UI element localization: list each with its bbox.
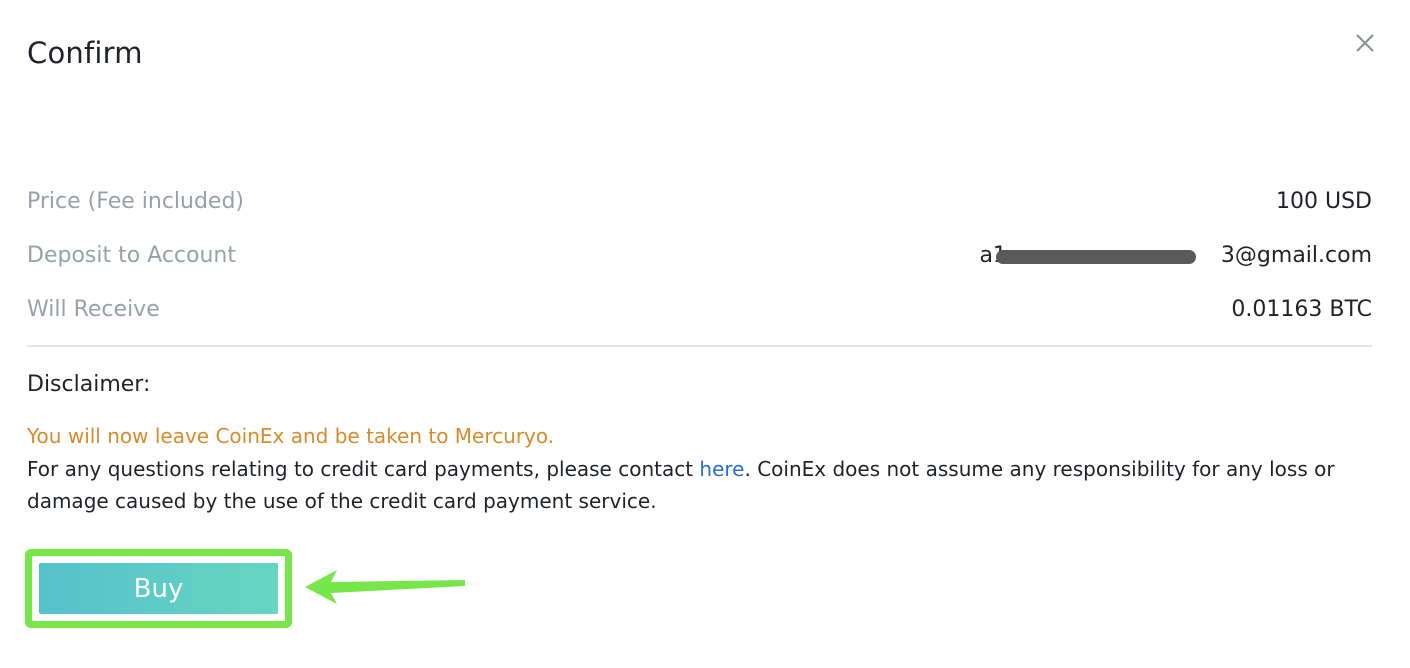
detail-label: Will Receive	[27, 296, 160, 322]
close-button[interactable]	[1351, 29, 1379, 57]
account-email: a1 3@gmail.com	[979, 243, 1372, 268]
confirm-dialog: Confirm Price (Fee included) 100 USD Dep…	[0, 0, 1410, 668]
detail-row-will-receive: Will Receive 0.01163 BTC	[27, 282, 1372, 336]
detail-value: 0.01163 BTC	[1231, 296, 1372, 322]
email-suffix: 3@gmail.com	[1220, 242, 1372, 268]
divider	[27, 345, 1372, 347]
disclaimer-title: Disclaimer:	[27, 372, 151, 397]
dialog-title: Confirm	[27, 36, 143, 70]
detail-row-price: Price (Fee included) 100 USD	[27, 174, 1372, 228]
close-icon	[1356, 34, 1374, 52]
arrow-left-icon	[305, 570, 465, 604]
details-list: Price (Fee included) 100 USD Deposit to …	[27, 174, 1372, 336]
redaction-mask	[996, 249, 1197, 264]
detail-row-deposit-account: Deposit to Account a1 3@gmail.com	[27, 228, 1372, 282]
detail-value: 100 USD	[1276, 188, 1372, 214]
detail-label: Deposit to Account	[27, 242, 236, 268]
disclaimer-text-before-link: For any questions relating to credit car…	[27, 457, 700, 481]
contact-here-link[interactable]: here	[699, 457, 744, 481]
buy-button[interactable]: Buy	[39, 563, 278, 614]
detail-label: Price (Fee included)	[27, 188, 245, 214]
buy-button-highlight: Buy	[25, 549, 292, 628]
disclaimer-warning: You will now leave CoinEx and be taken t…	[27, 424, 555, 448]
disclaimer-text: For any questions relating to credit car…	[27, 453, 1347, 517]
